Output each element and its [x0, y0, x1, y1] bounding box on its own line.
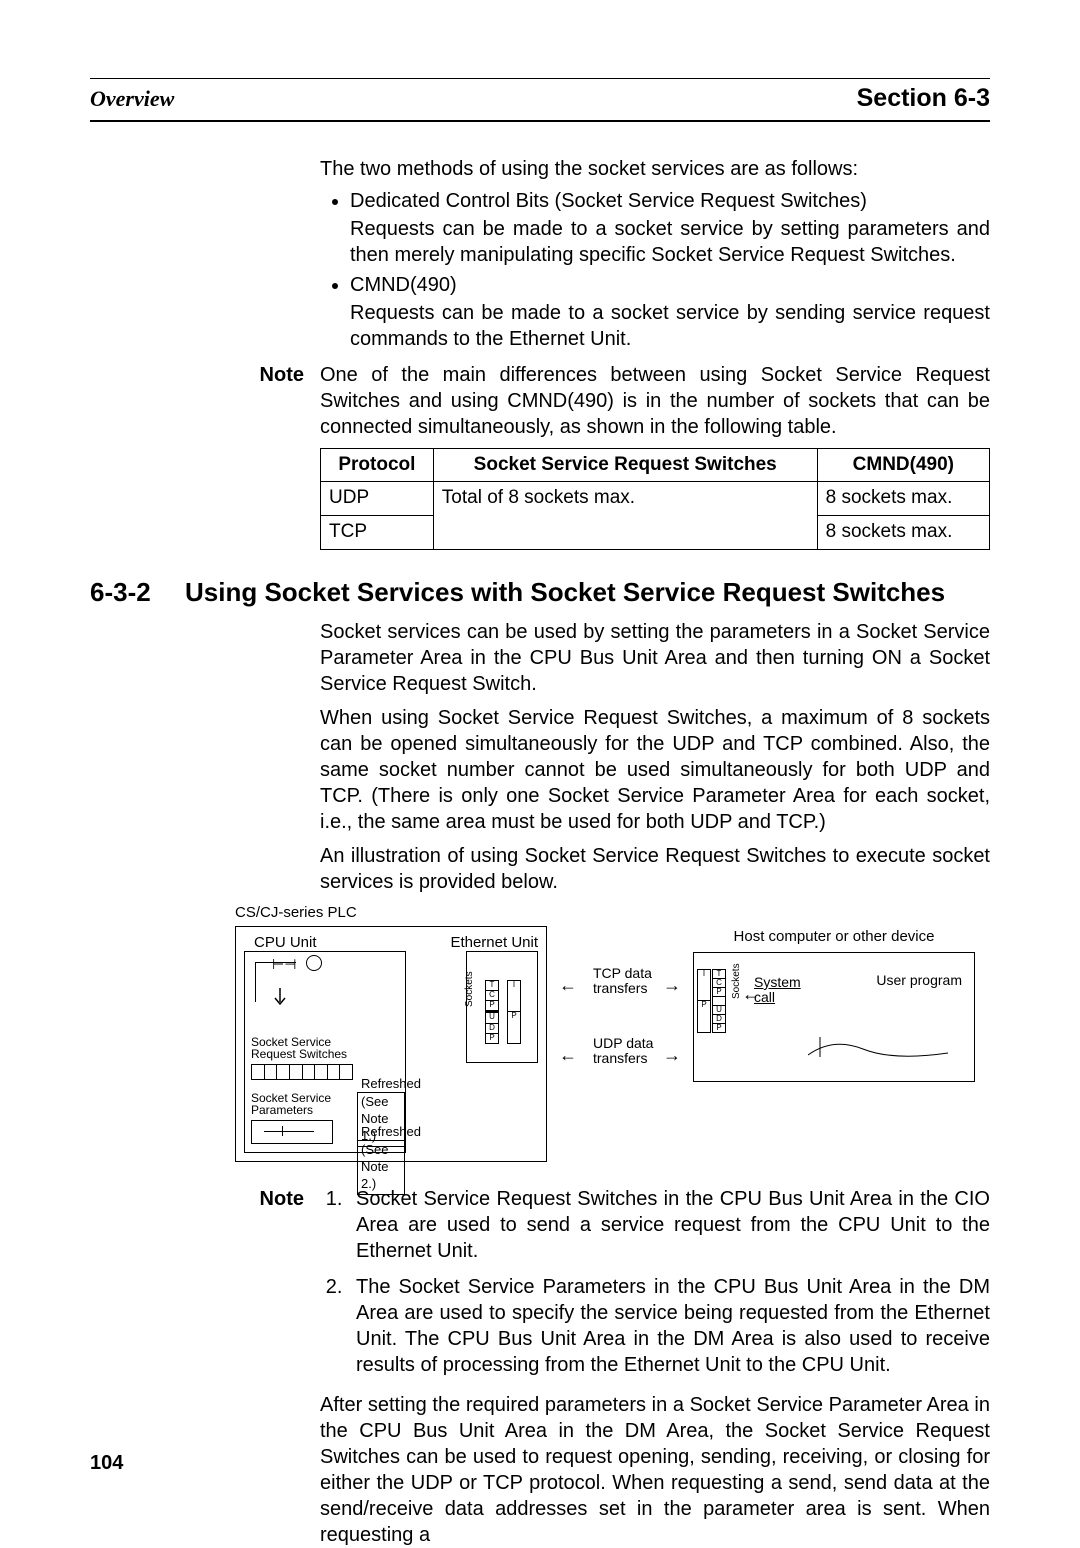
- diagram: CS/CJ-series PLC CPU Unit Ethernet Unit …: [235, 903, 990, 1162]
- bullet-2: CMND(490) Requests can be made to a sock…: [350, 272, 990, 352]
- see-note-2: (See Note 2.): [357, 1140, 405, 1195]
- bitrow-icon: [251, 1064, 353, 1080]
- para-1: Socket services can be used by setting t…: [320, 619, 990, 697]
- th-ssr: Socket Service Request Switches: [433, 448, 817, 482]
- cpu-unit-box: ⊢⊣ Socket Service Request Switches Socke…: [244, 951, 406, 1153]
- cell-tcp: TCP: [321, 515, 434, 549]
- sockets-label-1: Sockets: [463, 971, 476, 1007]
- bullet-1-sub: Requests can be made to a socket service…: [350, 216, 990, 268]
- para-3: An illustration of using Socket Service …: [320, 843, 990, 895]
- th-cmnd: CMND(490): [817, 448, 989, 482]
- eth-ip-stack: I P: [507, 980, 521, 1044]
- bullet-1-title: Dedicated Control Bits (Socket Service R…: [350, 190, 867, 212]
- host-ip-stack: I P: [697, 969, 711, 1033]
- bullet-2-title: CMND(490): [350, 274, 457, 296]
- udp-transfer-label: UDP data transfers: [593, 1036, 653, 1067]
- intro-text: The two methods of using the socket serv…: [320, 156, 990, 182]
- heading-title: Using Socket Services with Socket Servic…: [185, 576, 945, 610]
- para-4: After setting the required parameters in…: [320, 1392, 990, 1548]
- plc-box: CPU Unit Ethernet Unit ⊢⊣ Socket Service…: [235, 926, 547, 1162]
- ethernet-unit-box: Sockets T C P U D P I P: [466, 951, 538, 1063]
- left-arrow-icon: ←: [559, 974, 577, 997]
- cell-ssr-merged: Total of 8 sockets max.: [433, 482, 817, 549]
- ethernet-unit-label: Ethernet Unit: [450, 933, 538, 953]
- left-arrow-icon: ←: [559, 1044, 577, 1067]
- transfer-column: ← → ← → TCP data transfers UDP data tran…: [565, 926, 675, 1160]
- refreshed-1: Refreshed: [361, 1076, 421, 1093]
- down-arrow-icon: [273, 988, 287, 1015]
- right-arrow-icon: →: [663, 974, 681, 997]
- note-2-row: Note Socket Service Request Switches in …: [90, 1186, 990, 1388]
- page-header: Overview Section 6-3: [90, 78, 990, 122]
- ssr-switches-label: Socket Service Request Switches: [251, 1036, 347, 1061]
- cell-udp-cmnd: 8 sockets max.: [817, 482, 989, 516]
- note-1-body: One of the main differences between usin…: [320, 362, 990, 440]
- cpu-unit-label: CPU Unit: [254, 933, 317, 953]
- ssp-label: Socket Service Parameters: [251, 1092, 331, 1117]
- heading-number: 6-3-2: [90, 576, 185, 610]
- protocol-table: Protocol Socket Service Request Switches…: [320, 448, 990, 550]
- heading-6-3-2: 6-3-2 Using Socket Services with Socket …: [90, 576, 990, 610]
- ladder-icon: ⊢⊣: [255, 962, 326, 1002]
- system-call-label: System call: [754, 975, 801, 1006]
- host-box: Host computer or other device Sockets T …: [693, 952, 975, 1082]
- note-2-item-2: The Socket Service Parameters in the CPU…: [348, 1274, 990, 1378]
- cell-tcp-cmnd: 8 sockets max.: [817, 515, 989, 549]
- program-wave-icon: [808, 1033, 948, 1063]
- plc-label: CS/CJ-series PLC: [235, 903, 990, 923]
- eth-socket-stack: T C P U D P: [485, 980, 499, 1044]
- param-box-icon: [251, 1120, 333, 1144]
- user-program-label: User program: [876, 971, 962, 989]
- bullet-2-sub: Requests can be made to a socket service…: [350, 300, 990, 352]
- note-2-item-1: Socket Service Request Switches in the C…: [348, 1186, 990, 1264]
- header-right: Section 6-3: [857, 82, 990, 115]
- table-row: UDP Total of 8 sockets max. 8 sockets ma…: [321, 482, 990, 516]
- page-number: 104: [90, 1450, 123, 1476]
- bullet-1: Dedicated Control Bits (Socket Service R…: [350, 188, 990, 268]
- th-protocol: Protocol: [321, 448, 434, 482]
- tcp-transfer-label: TCP data transfers: [593, 966, 652, 997]
- host-socket-stack: T C P U D P: [712, 969, 726, 1033]
- note-2-list: Socket Service Request Switches in the C…: [320, 1186, 990, 1388]
- right-arrow-icon: →: [663, 1044, 681, 1067]
- note-2-label: Note: [90, 1186, 320, 1212]
- note-1-label: Note: [90, 362, 320, 388]
- arrow-icon: ←: [742, 983, 760, 1006]
- bullet-list: Dedicated Control Bits (Socket Service R…: [320, 188, 990, 352]
- note-1-row: Note One of the main differences between…: [90, 362, 990, 440]
- para-2: When using Socket Service Request Switch…: [320, 705, 990, 835]
- header-left: Overview: [90, 85, 174, 114]
- cell-udp: UDP: [321, 482, 434, 516]
- host-label: Host computer or other device: [694, 927, 974, 947]
- refreshed-2: Refreshed: [361, 1124, 421, 1141]
